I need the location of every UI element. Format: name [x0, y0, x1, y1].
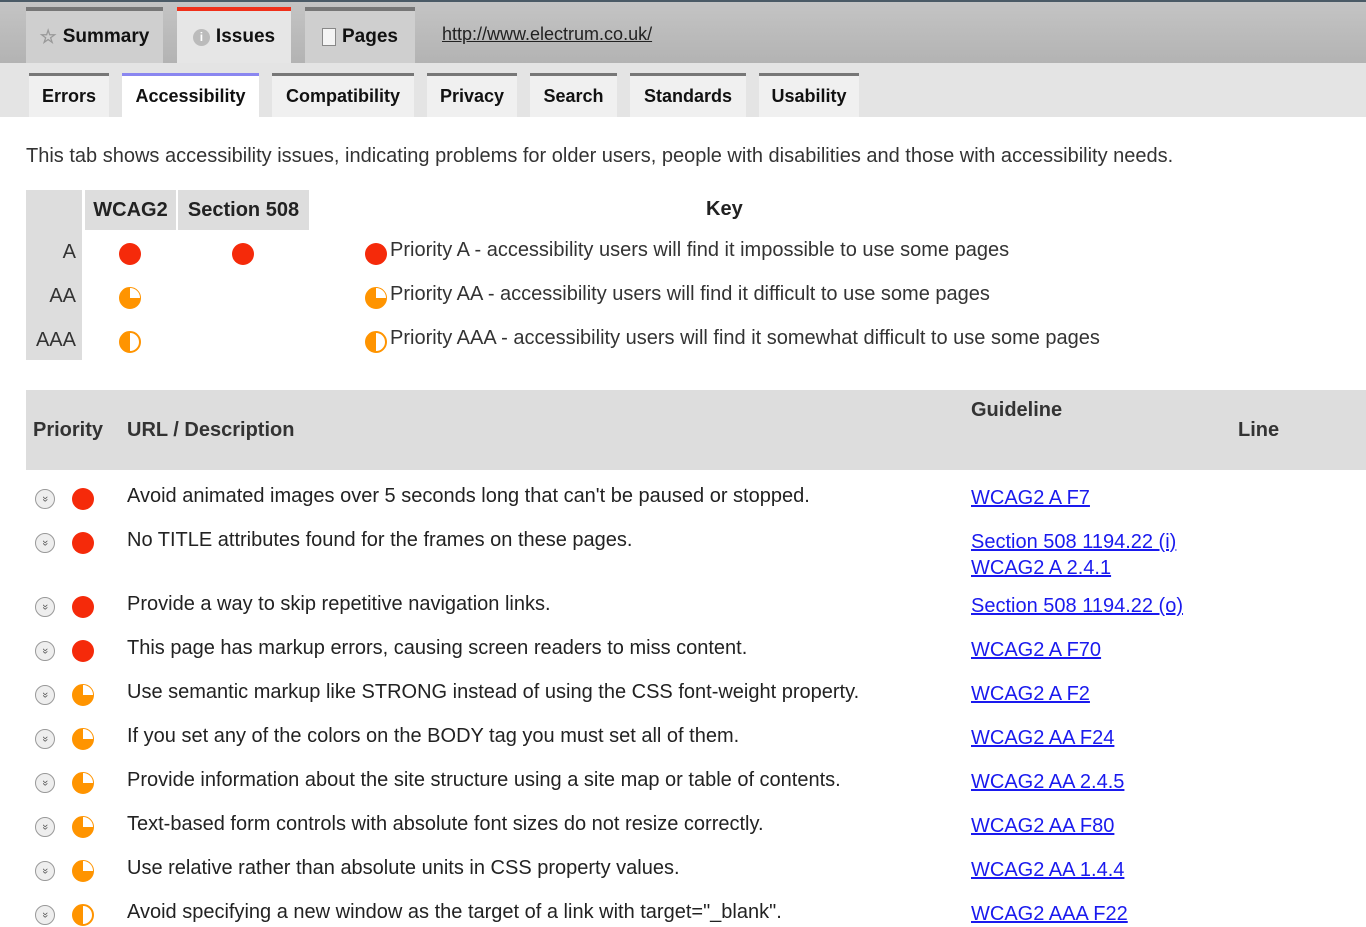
priority-a-icon: [72, 596, 94, 618]
priority-aa-icon: [365, 287, 387, 309]
subtab-usability[interactable]: Usability: [759, 73, 859, 117]
guideline-link[interactable]: WCAG2 A F70: [971, 637, 1101, 663]
key-item-aaa: Priority AAA - accessibility users will …: [390, 327, 1100, 349]
guideline-links: WCAG2 A F7: [971, 485, 1090, 511]
issue-description: No TITLE attributes found for the frames…: [127, 529, 633, 551]
priority-a-icon: [72, 532, 94, 554]
issue-description: Provide information about the site struc…: [127, 769, 841, 791]
expand-icon[interactable]: »: [35, 773, 55, 793]
guideline-links: WCAG2 AA F24: [971, 725, 1114, 751]
priority-aa-icon: [72, 816, 94, 838]
priority-aa-icon: [72, 728, 94, 750]
tab-issues[interactable]: i Issues: [177, 7, 291, 63]
priority-a-icon: [232, 243, 254, 265]
guideline-link[interactable]: Section 508 1194.22 (i): [971, 529, 1176, 555]
header-priority[interactable]: Priority: [33, 419, 103, 442]
info-icon: i: [192, 28, 210, 46]
issue-description: If you set any of the colors on the BODY…: [127, 725, 740, 747]
priority-a-icon: [119, 243, 141, 265]
subtab-standards[interactable]: Standards: [630, 73, 746, 117]
priority-aaa-icon: [72, 904, 94, 926]
col-section508: Section 508: [178, 190, 309, 230]
expand-icon[interactable]: »: [35, 817, 55, 837]
guideline-link[interactable]: WCAG2 A F2: [971, 681, 1090, 707]
col-wcag2: WCAG2: [85, 190, 176, 230]
guideline-links: Section 508 1194.22 (o): [971, 593, 1183, 619]
expand-icon[interactable]: »: [35, 729, 55, 749]
tab-label: Issues: [215, 26, 276, 47]
subtab-errors[interactable]: Errors: [29, 73, 109, 117]
guideline-link[interactable]: Section 508 1194.22 (o): [971, 593, 1183, 619]
issue-description: Text-based form controls with absolute f…: [127, 813, 764, 835]
guideline-link[interactable]: WCAG2 AAA F22: [971, 901, 1128, 927]
priority-aa-icon: [72, 860, 94, 882]
issue-description: Provide a way to skip repetitive navigat…: [127, 593, 551, 615]
site-url-link[interactable]: http://www.electrum.co.uk/: [442, 24, 652, 45]
header-description[interactable]: URL / Description: [127, 419, 294, 442]
guideline-links: WCAG2 A F2: [971, 681, 1090, 707]
star-icon: ☆: [39, 26, 57, 48]
guideline-link[interactable]: WCAG2 AA 1.4.4: [971, 857, 1124, 883]
priority-aaa-icon: [365, 331, 387, 353]
guideline-links: WCAG2 AA F80: [971, 813, 1114, 839]
tab-pages[interactable]: Pages: [305, 7, 415, 63]
guideline-links: WCAG2 AA 1.4.4: [971, 857, 1124, 883]
issue-description: Avoid animated images over 5 seconds lon…: [127, 485, 810, 507]
issue-description: This page has markup errors, causing scr…: [127, 637, 748, 659]
subtab-accessibility[interactable]: Accessibility: [122, 73, 259, 117]
issue-description: Avoid specifying a new window as the tar…: [127, 901, 782, 923]
expand-icon[interactable]: »: [35, 861, 55, 881]
tab-summary[interactable]: ☆ Summary: [26, 7, 163, 63]
expand-icon[interactable]: »: [35, 533, 55, 553]
priority-a-icon: [365, 243, 387, 265]
key-title: Key: [706, 198, 743, 220]
level-aaa: AAA: [35, 329, 76, 351]
guideline-links: WCAG2 A F70: [971, 637, 1101, 663]
tab-label: Summary: [62, 26, 150, 47]
expand-icon[interactable]: »: [35, 489, 55, 509]
level-a: A: [62, 241, 76, 263]
priority-a-icon: [72, 640, 94, 662]
priority-aa-icon: [72, 772, 94, 794]
priority-aaa-icon: [119, 331, 141, 353]
header-guideline[interactable]: Guideline: [971, 399, 1062, 422]
subtab-compatibility[interactable]: Compatibility: [272, 73, 414, 117]
priority-aa-icon: [72, 684, 94, 706]
expand-icon[interactable]: »: [35, 905, 55, 925]
guideline-link[interactable]: WCAG2 A F7: [971, 485, 1090, 511]
priority-a-icon: [72, 488, 94, 510]
key-item-aa: Priority AA - accessibility users will f…: [390, 283, 990, 305]
guideline-link[interactable]: WCAG2 AA F80: [971, 813, 1114, 839]
subtab-privacy[interactable]: Privacy: [427, 73, 517, 117]
guideline-links: WCAG2 AAA F22: [971, 901, 1128, 927]
guideline-link[interactable]: WCAG2 A 2.4.1: [971, 555, 1176, 581]
subtab-search[interactable]: Search: [530, 73, 617, 117]
priority-aa-icon: [119, 287, 141, 309]
issue-description: Use relative rather than absolute units …: [127, 857, 680, 879]
page-icon: [322, 28, 336, 46]
guideline-links: Section 508 1194.22 (i) WCAG2 A 2.4.1: [971, 529, 1176, 581]
expand-icon[interactable]: »: [35, 685, 55, 705]
issue-description: Use semantic markup like STRONG instead …: [127, 681, 860, 703]
expand-icon[interactable]: »: [35, 641, 55, 661]
header-line[interactable]: Line: [1238, 419, 1279, 442]
key-item-a: Priority A - accessibility users will fi…: [390, 239, 1010, 261]
tab-label: Pages: [342, 26, 398, 47]
guideline-links: WCAG2 AA 2.4.5: [971, 769, 1124, 795]
intro-text: This tab shows accessibility issues, ind…: [26, 145, 1174, 167]
level-aa: AA: [49, 285, 76, 307]
guideline-link[interactable]: WCAG2 AA 2.4.5: [971, 769, 1124, 795]
guideline-link[interactable]: WCAG2 AA F24: [971, 725, 1114, 751]
expand-icon[interactable]: »: [35, 597, 55, 617]
